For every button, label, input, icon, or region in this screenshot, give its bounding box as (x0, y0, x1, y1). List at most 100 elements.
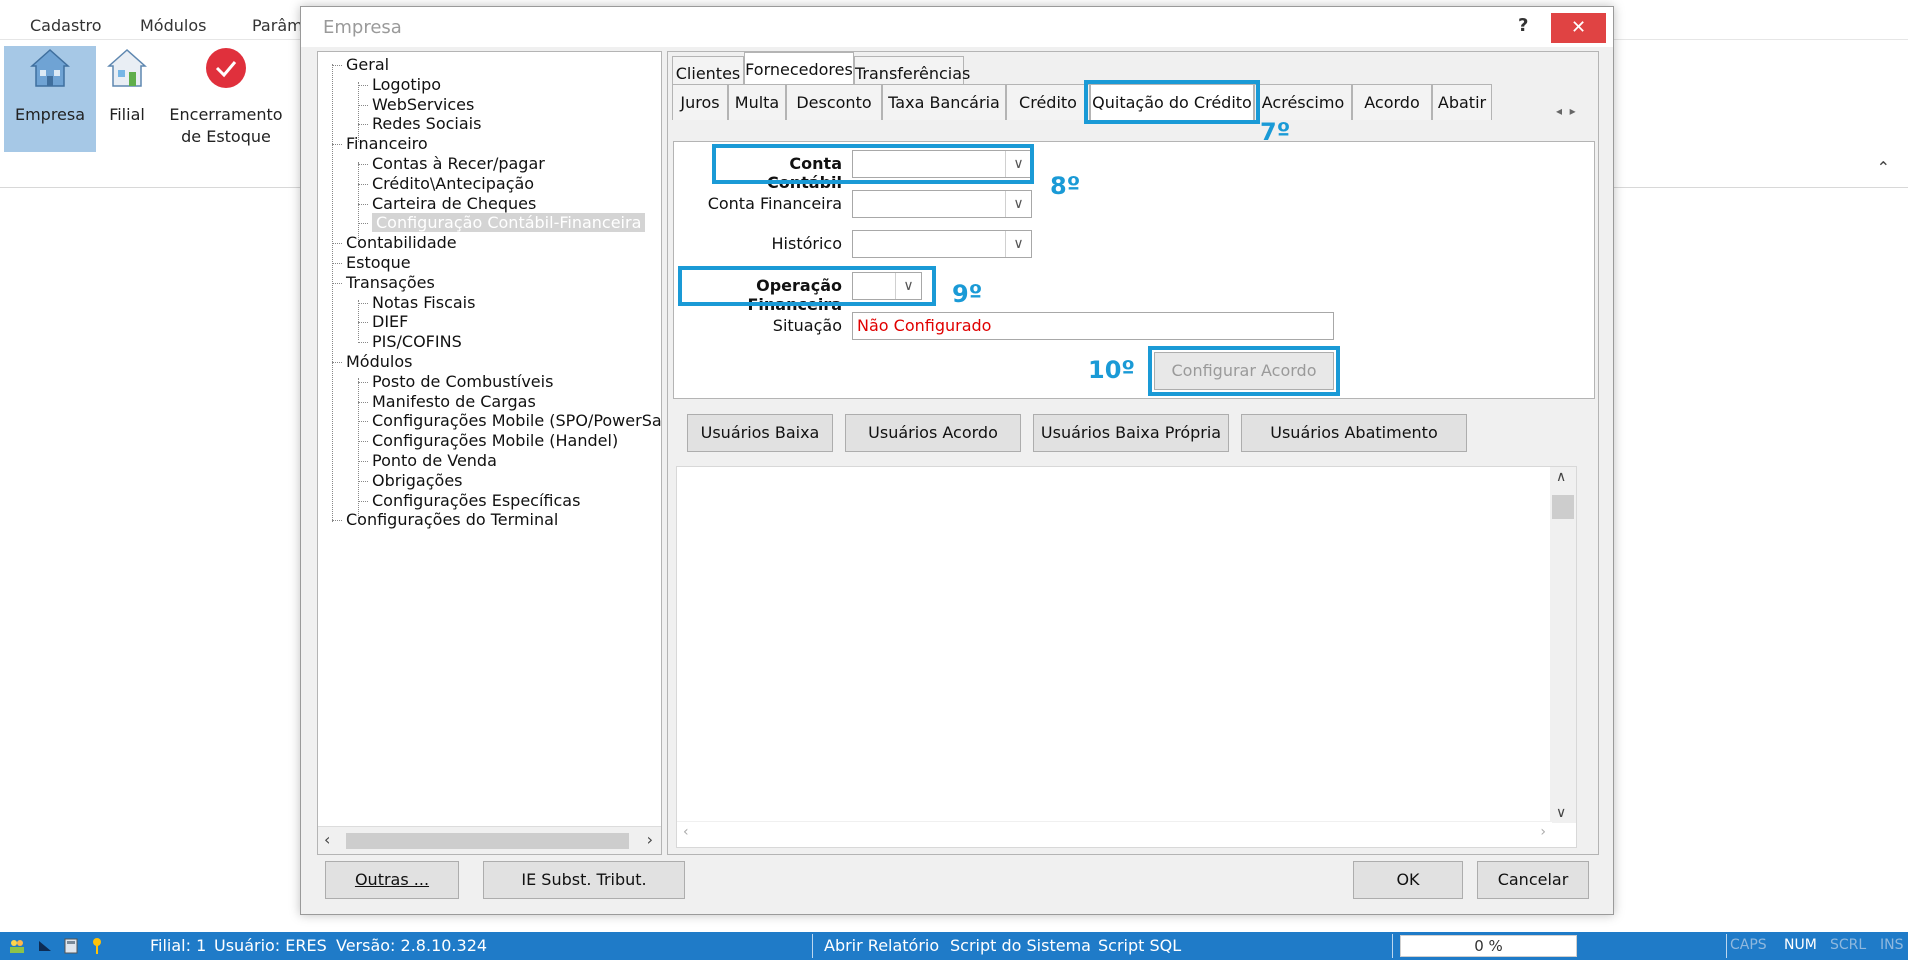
close-icon[interactable]: ✕ (1551, 13, 1606, 43)
tree-node[interactable]: Redes Sociais (358, 113, 481, 135)
scroll-thumb[interactable] (346, 833, 629, 849)
tree-connector (332, 362, 342, 363)
abrir-relatorio-link[interactable]: Abrir Relatório (824, 936, 939, 955)
house-icon (107, 48, 147, 87)
tree-node-label: Contabilidade (346, 233, 457, 253)
tree-horizontal-scrollbar[interactable]: ‹ › (318, 826, 661, 854)
tree-node[interactable]: Contas à Recer/pagar (358, 153, 545, 175)
scroll-down-icon[interactable]: ∨ (1556, 805, 1566, 821)
tree-node[interactable]: Configurações do Terminal (332, 509, 558, 531)
tree-node-label: Contas à Recer/pagar (372, 154, 545, 173)
status-filial: Filial: 1 (150, 936, 207, 955)
menu-cadastro[interactable]: Cadastro (30, 16, 102, 35)
tree-node[interactable]: Configuração Contábil-Financeira (358, 212, 646, 234)
usuarios-acordo-button[interactable]: Usuários Acordo (845, 414, 1021, 452)
tree-connector (332, 65, 342, 66)
script-sistema-link[interactable]: Script do Sistema (950, 936, 1091, 955)
tree-node[interactable]: Estoque (332, 252, 411, 274)
dialog-titlebar: Empresa ? ✕ (301, 7, 1613, 47)
scroll-left-icon[interactable]: ‹ (324, 830, 330, 849)
scroll-thumb[interactable] (1552, 495, 1574, 519)
status-separator (812, 934, 813, 958)
tree-node[interactable]: Contabilidade (332, 232, 457, 254)
tree-node-label: Configurações Mobile (Handel) (372, 431, 619, 451)
conta-financeira-combo[interactable]: ∨ (852, 190, 1032, 218)
tree-node-label: Transações (346, 272, 435, 292)
chevron-down-icon[interactable]: ∨ (1005, 191, 1031, 217)
tree-node-label: Carteira de Cheques (372, 193, 537, 213)
tree-connector (358, 104, 368, 106)
tree-node[interactable]: Logotipo (358, 74, 441, 96)
tree-node[interactable]: Ponto de Venda (358, 450, 497, 472)
menu-parametros[interactable]: Parâm (252, 16, 303, 35)
tree-node[interactable]: Obrigações (358, 470, 463, 492)
scroll-right-icon[interactable]: › (1540, 824, 1546, 840)
settings-tree: Geral Logotipo WebServices Redes Sociais Fin… (317, 51, 662, 855)
tree-node[interactable]: PIS/COFINS (358, 331, 462, 353)
tree-node[interactable]: Notas Fiscais (358, 292, 475, 314)
tree-connector (358, 223, 368, 225)
ribbon-empresa-button[interactable]: Empresa (4, 46, 96, 152)
tree-node[interactable]: Configurações Mobile (SPO/PowerSa (358, 410, 662, 432)
subtab-credito[interactable]: Crédito (1006, 84, 1090, 120)
usuarios-abatimento-button[interactable]: Usuários Abatimento (1241, 414, 1467, 452)
ok-button[interactable]: OK (1353, 861, 1463, 899)
historico-combo[interactable]: ∨ (852, 230, 1032, 258)
tree-node-label: PIS/COFINS (372, 332, 462, 352)
usuarios-baixa-button[interactable]: Usuários Baixa (687, 414, 833, 452)
tree-node[interactable]: Transações (332, 272, 435, 294)
cancelar-button[interactable]: Cancelar (1477, 861, 1589, 899)
subtab-acrescimo[interactable]: Acréscimo (1254, 84, 1352, 120)
ribbon-encerramento-button[interactable]: Encerramento de Estoque (166, 46, 286, 152)
tree-node[interactable]: Geral (332, 54, 389, 76)
ribbon-filial-button[interactable]: Filial (100, 46, 154, 152)
users-section: Usuários Baixa Usuários Acordo Usuários … (673, 404, 1595, 851)
subtab-multa[interactable]: Multa (728, 84, 786, 120)
key-icon[interactable] (88, 937, 106, 955)
tree-node[interactable]: Módulos (332, 351, 412, 373)
tree-node[interactable]: Financeiro (332, 133, 428, 155)
outras-button[interactable]: Outras ... (325, 861, 459, 899)
tree-node[interactable]: Posto de Combustíveis (358, 371, 553, 393)
subtab-acordo[interactable]: Acordo (1352, 84, 1432, 120)
script-sql-link[interactable]: Script SQL (1098, 936, 1181, 955)
tree-node[interactable]: Configurações Mobile (Handel) (358, 430, 618, 452)
tree-node-label: Configurações do Terminal (346, 510, 559, 530)
tree-node[interactable]: Manifesto de Cargas (358, 391, 536, 413)
help-icon[interactable]: ? (1518, 15, 1528, 36)
tree-node[interactable]: WebServices (358, 94, 474, 116)
chevron-up-icon[interactable]: ⌃ (1877, 158, 1890, 177)
tree-node[interactable]: Carteira de Cheques (358, 193, 536, 215)
tree-node-label: Configurações Mobile (SPO/PowerSa (372, 411, 662, 431)
tree-node[interactable]: Crédito\Antecipação (358, 173, 534, 195)
tree-node[interactable]: DIEF (358, 311, 408, 333)
subtab-desconto[interactable]: Desconto (786, 84, 882, 120)
chevron-down-icon[interactable]: ∨ (1005, 231, 1031, 257)
ribbon-label: Encerramento (169, 105, 283, 124)
calculator-icon[interactable] (62, 937, 80, 955)
ribbon-label: Empresa (14, 105, 86, 124)
list-horizontal-scrollbar[interactable]: ‹ › (677, 821, 1552, 847)
subtab-juros[interactable]: Juros (672, 84, 728, 120)
tree-node[interactable]: Configurações Específicas (358, 490, 580, 512)
menu-modulos[interactable]: Módulos (140, 16, 206, 35)
tree-connector (358, 401, 368, 403)
tab-scroll-arrows[interactable]: ◂ ▸ (1556, 104, 1576, 118)
highlight-quitacao-tab (1084, 80, 1260, 124)
tree-node-label: Configurações Específicas (372, 490, 581, 510)
check-circle-icon (206, 48, 246, 88)
users-icon[interactable] (8, 937, 26, 955)
subtab-taxa-bancaria[interactable]: Taxa Bancária (882, 84, 1006, 120)
subtab-abatimento[interactable]: Abatir (1432, 84, 1492, 120)
usuarios-baixa-propria-button[interactable]: Usuários Baixa Própria (1033, 414, 1229, 452)
scroll-right-icon[interactable]: › (647, 830, 653, 849)
tree-node-label: Manifesto de Cargas (372, 391, 536, 411)
users-list[interactable]: ∧ ∨ ‹ › (676, 466, 1577, 848)
list-vertical-scrollbar[interactable]: ∧ ∨ (1550, 467, 1576, 823)
highlight-conta-contabil (712, 144, 1034, 184)
tree-node-label: Redes Sociais (372, 114, 482, 134)
satellite-icon[interactable] (36, 937, 54, 955)
scroll-left-icon[interactable]: ‹ (683, 824, 689, 840)
scroll-up-icon[interactable]: ∧ (1556, 469, 1566, 485)
ie-subst-tribut-button[interactable]: IE Subst. Tribut. (483, 861, 685, 899)
